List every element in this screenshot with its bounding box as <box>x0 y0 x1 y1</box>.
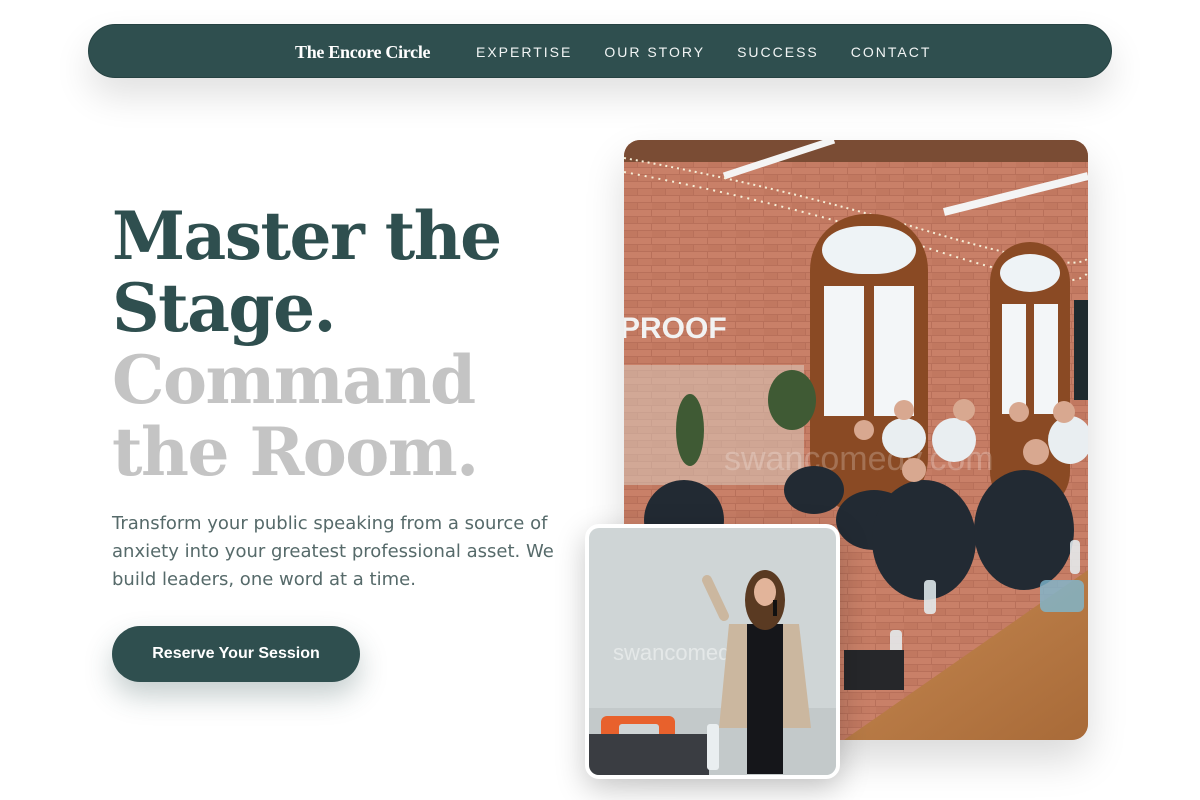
top-navigation-bar: The Encore Circle EXPERTISE OUR STORY SU… <box>88 24 1112 78</box>
hero-subtext: Transform your public speaking from a so… <box>112 513 554 590</box>
headline-line-4: the Room. <box>112 413 479 491</box>
headline-line-2: Stage. <box>112 269 337 347</box>
headline-line-1: Master the <box>112 197 502 275</box>
speaker-inset-photo: swancomedy.com <box>585 524 840 779</box>
nav-link-our-story[interactable]: OUR STORY <box>604 44 705 60</box>
nav-links: EXPERTISE OUR STORY SUCCESS CONTACT <box>476 25 931 79</box>
reserve-session-button[interactable]: Reserve Your Session <box>112 626 360 682</box>
nav-link-expertise[interactable]: EXPERTISE <box>476 44 572 60</box>
wall-sign-text: PROOF <box>624 312 727 345</box>
headline-line-3: Command <box>112 341 476 419</box>
brand-logo-link[interactable]: The Encore Circle <box>295 25 431 79</box>
nav-link-success[interactable]: SUCCESS <box>737 44 819 60</box>
hero-headline: Master the Stage. Command the Room. <box>112 200 592 488</box>
nav-link-contact[interactable]: CONTACT <box>851 44 932 60</box>
